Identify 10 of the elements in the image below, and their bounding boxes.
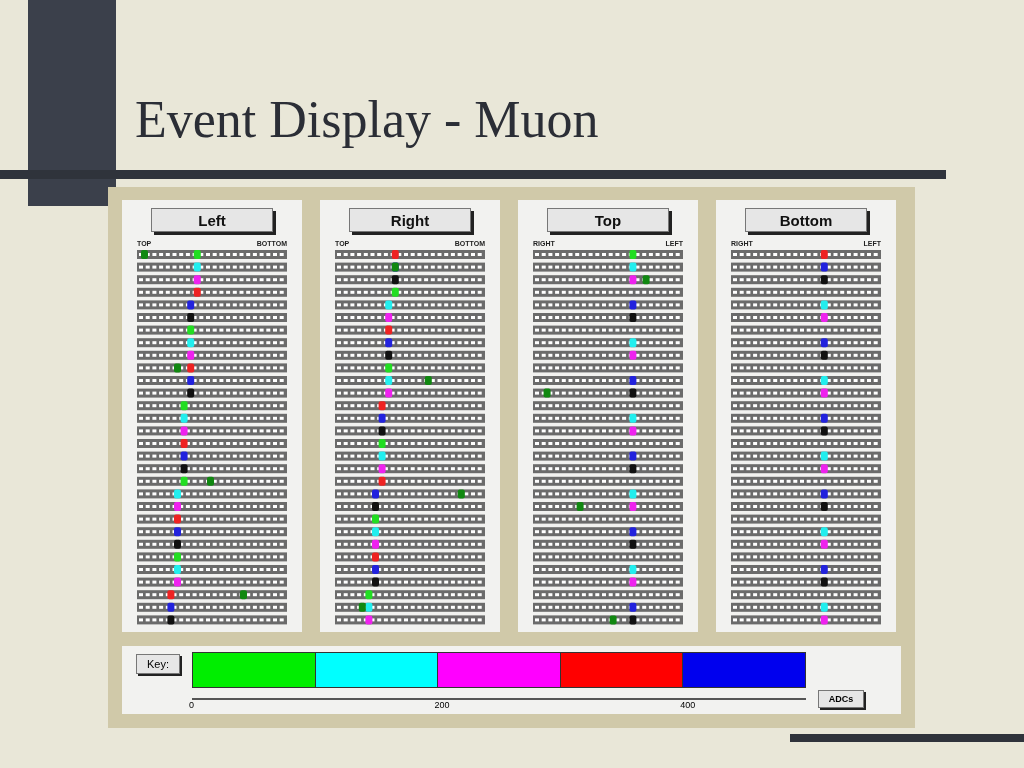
scale-tick-label: 0 — [189, 700, 194, 710]
view-button[interactable]: Left — [151, 208, 273, 232]
slide-title: Event Display - Muon — [135, 90, 599, 150]
units-button[interactable]: ADCs — [818, 690, 864, 708]
view-button[interactable]: Bottom — [745, 208, 867, 232]
scale-tick-label: 400 — [680, 700, 696, 710]
key-button[interactable]: Key: — [136, 654, 180, 674]
scale-tick-label: 200 — [434, 700, 450, 710]
view-button[interactable]: Top — [547, 208, 669, 232]
view-button[interactable]: Right — [349, 208, 471, 232]
